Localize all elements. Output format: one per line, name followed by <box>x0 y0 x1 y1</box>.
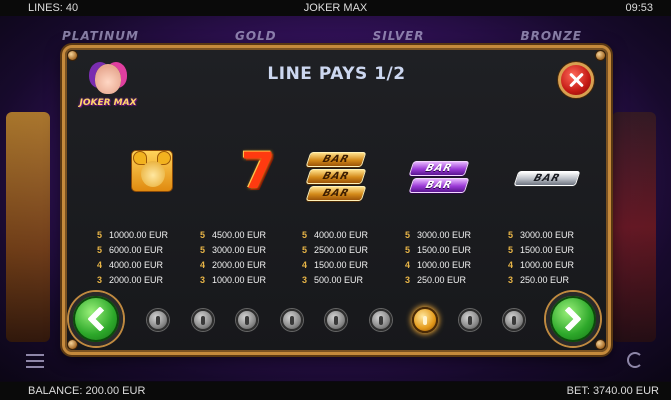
pay-row: 5 1500.00 EUR <box>508 245 575 255</box>
pay-row: 5 3000.00 EUR <box>405 230 472 240</box>
bottom-bar: BALANCE: 200.00 EUR BET: 3740.00 EUR <box>0 382 671 400</box>
autoplay-icon[interactable] <box>627 352 643 368</box>
pay-row: 4 4000.00 EUR <box>97 260 164 270</box>
pay-row: 5 2500.00 EUR <box>302 245 369 255</box>
pay-list: 5 3000.00 EUR 5 1500.00 EUR 4 1000.00 EUR 3… <box>405 228 505 288</box>
seven-symbol: 7 <box>200 146 300 208</box>
bar-icon: BAR <box>305 169 367 184</box>
symbol-column-jester: 5 10000.00 EUR 5 6000.00 EUR 4 4000.00 EUR … <box>97 146 197 286</box>
jester-icon <box>131 150 173 192</box>
pay-list: 5 4000.00 EUR 5 2500.00 EUR 4 1500.00 EUR 3… <box>302 228 402 288</box>
close-button[interactable] <box>558 62 594 98</box>
bar-icon: BAR <box>305 152 367 167</box>
pay-list: 5 3000.00 EUR 5 1500.00 EUR 4 1000.00 EUR 3… <box>508 228 608 288</box>
clock: 09:53 <box>625 2 653 14</box>
menu-icon[interactable] <box>26 354 44 368</box>
pay-row: 5 4500.00 EUR <box>200 230 267 240</box>
page-title: LINE PAYS 1/2 <box>267 64 406 84</box>
bar-icon: BAR <box>305 186 367 201</box>
pay-list: 5 10000.00 EUR 5 6000.00 EUR 4 4000.00 EUR … <box>97 228 197 288</box>
rivet <box>596 340 605 349</box>
pay-row: 4 1500.00 EUR <box>302 260 369 270</box>
bar-icon: BAR <box>513 171 581 186</box>
arrow-left-icon <box>87 306 113 332</box>
close-icon <box>568 72 584 88</box>
pay-row: 5 6000.00 EUR <box>97 245 164 255</box>
double-bar-symbol: BAR BAR <box>405 146 505 208</box>
rivet <box>596 51 605 60</box>
arrow-right-icon <box>556 306 582 332</box>
symbol-column-single-bar: BAR 5 3000.00 EUR 5 1500.00 EUR 4 1000.00 E… <box>508 146 608 286</box>
pay-row: 5 10000.00 EUR <box>97 230 169 240</box>
pay-row: 5 3000.00 EUR <box>200 245 267 255</box>
triple-bar-symbol: BAR BAR BAR <box>302 146 402 208</box>
logo-text: JOKER MAX <box>79 98 137 108</box>
page-dot[interactable] <box>236 309 258 331</box>
page-dot[interactable] <box>459 309 481 331</box>
pay-list: 5 4500.00 EUR 5 3000.00 EUR 4 2000.00 EUR 3… <box>200 228 300 288</box>
background-reel-left <box>6 112 50 342</box>
pay-row: 4 1000.00 EUR <box>508 260 575 270</box>
pay-row: 5 1500.00 EUR <box>405 245 472 255</box>
rivet <box>68 340 77 349</box>
balance-label: BALANCE: 200.00 EUR <box>28 385 146 397</box>
symbol-column-double-bar: BAR BAR 5 3000.00 EUR 5 1500.00 EUR 4 1000.… <box>405 146 505 286</box>
game-title: JOKER MAX <box>303 2 368 14</box>
pay-row: 3 250.00 EUR <box>405 275 467 285</box>
seven-icon: 7 <box>240 142 276 200</box>
pay-row: 3 500.00 EUR <box>302 275 364 285</box>
page-dot[interactable] <box>192 309 214 331</box>
next-page-button[interactable] <box>546 292 600 346</box>
top-bar: LINES: 40 JOKER MAX 09:53 <box>0 0 671 16</box>
page-dot[interactable] <box>503 309 525 331</box>
symbol-column-triple-bar: BAR BAR BAR 5 4000.00 EUR 5 2500.00 EUR 41… <box>302 146 402 286</box>
pay-row: 3 1000.00 EUR <box>200 275 267 285</box>
background-reel-right <box>612 112 656 342</box>
page-dot[interactable] <box>370 309 392 331</box>
pay-row: 4 2000.00 EUR <box>200 260 267 270</box>
pay-row: 5 3000.00 EUR <box>508 230 575 240</box>
bar-icon: BAR <box>408 178 470 193</box>
page-dot-active[interactable] <box>412 307 438 333</box>
paytable-panel: JOKER MAX LINE PAYS 1/2 5 10000.00 EUR 56… <box>62 45 611 355</box>
rivet <box>68 51 77 60</box>
single-bar-symbol: BAR <box>508 146 608 208</box>
page-dot[interactable] <box>325 309 347 331</box>
bar-icon: BAR <box>408 161 470 176</box>
pay-row: 3 2000.00 EUR <box>97 275 164 285</box>
pay-row: 5 4000.00 EUR <box>302 230 369 240</box>
symbol-column-seven: 7 5 4500.00 EUR 5 3000.00 EUR 4 2000.00 EUR… <box>200 146 300 286</box>
page-dot[interactable] <box>281 309 303 331</box>
bet-label: BET: 3740.00 EUR <box>566 385 659 397</box>
page-dot[interactable] <box>147 309 169 331</box>
jester-symbol <box>97 146 197 208</box>
pay-row: 3 250.00 EUR <box>508 275 570 285</box>
pay-row: 4 1000.00 EUR <box>405 260 472 270</box>
previous-page-button[interactable] <box>69 292 123 346</box>
